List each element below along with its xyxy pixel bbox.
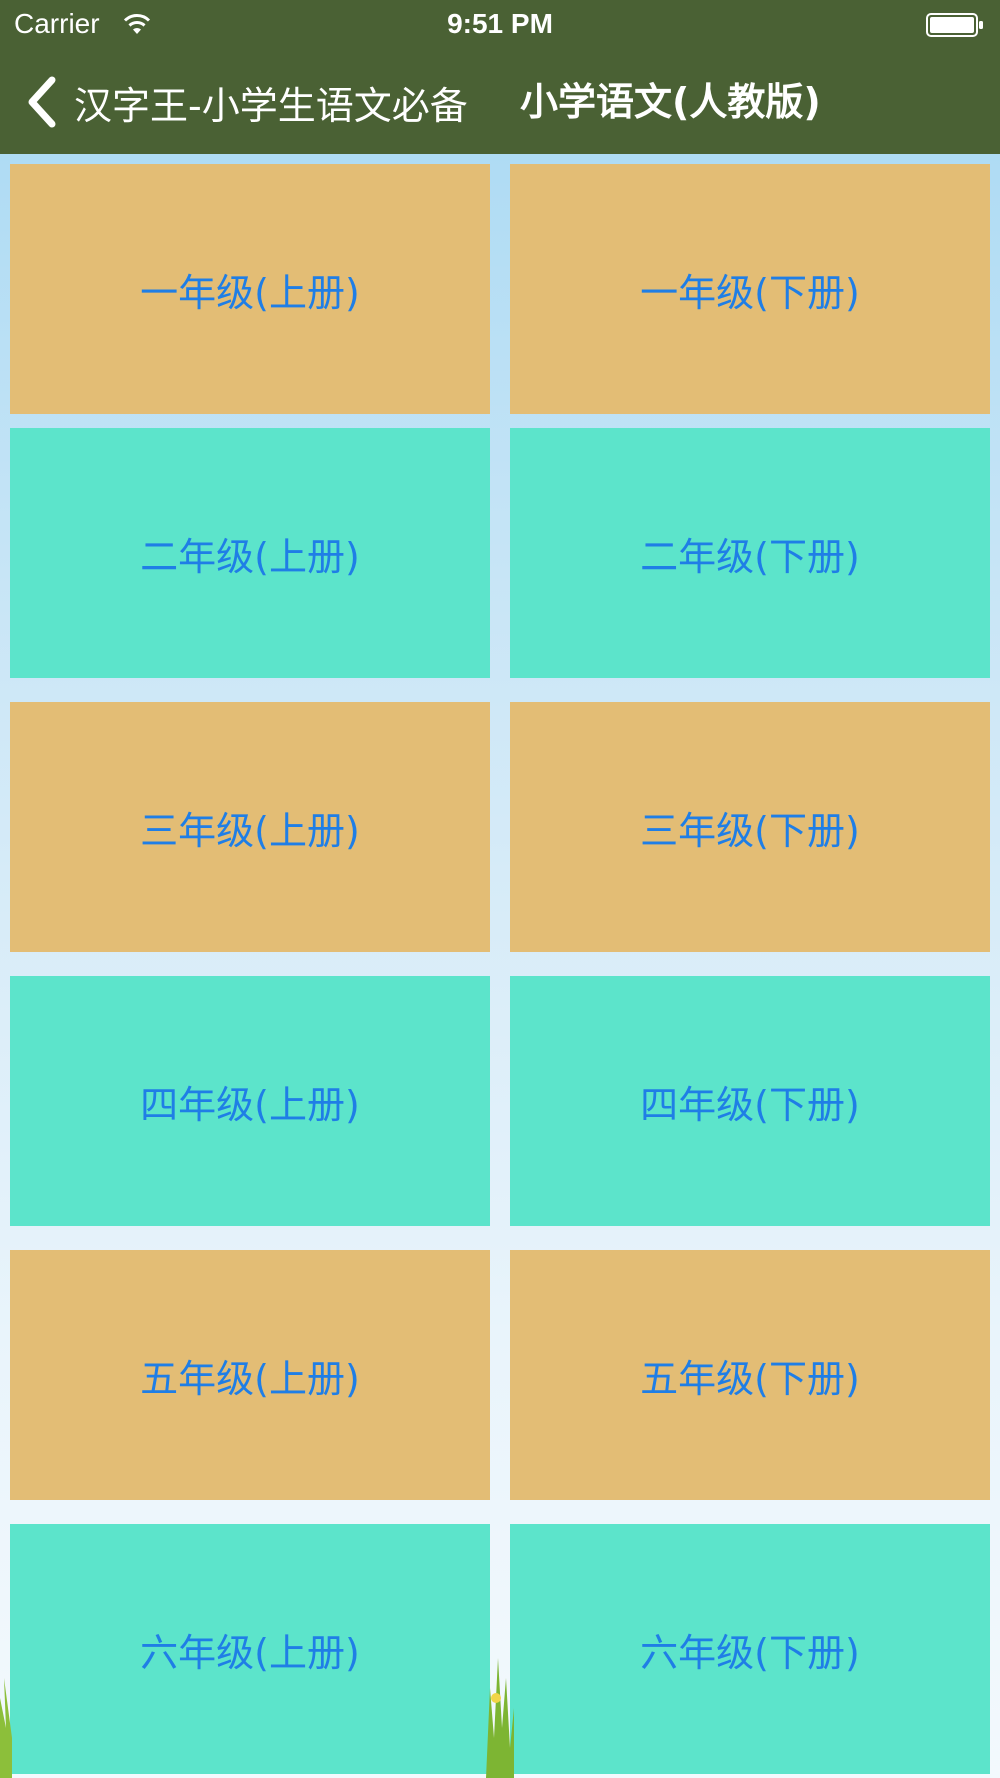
page-title: 小学语文(人教版)	[520, 80, 821, 124]
back-button[interactable]: 汉字王-小学生语文必备	[24, 70, 468, 134]
grade-5-volume-1-button[interactable]: 五年级(上册)	[10, 1250, 490, 1500]
status-time: 9:51 PM	[447, 8, 553, 39]
status-bar: Carrier 9:51 PM	[0, 0, 1000, 50]
grade-6-volume-2-button[interactable]: 六年级(下册)	[510, 1524, 990, 1774]
battery-icon	[926, 13, 983, 37]
grade-1-volume-2-button[interactable]: 一年级(下册)	[510, 164, 990, 414]
grass-decoration-center	[486, 1658, 514, 1778]
grade-5-volume-2-button[interactable]: 五年级(下册)	[510, 1250, 990, 1500]
grade-grid: 一年级(上册) 一年级(下册) 二年级(上册) 二年级(下册) 三年级(上册) …	[0, 154, 1000, 1778]
grade-2-volume-2-button[interactable]: 二年级(下册)	[510, 428, 990, 678]
grade-2-volume-1-button[interactable]: 二年级(上册)	[10, 428, 490, 678]
navigation-bar: 汉字王-小学生语文必备 小学语文(人教版)	[0, 50, 1000, 154]
grass-decoration-left	[0, 1678, 12, 1778]
chevron-left-icon	[28, 76, 56, 128]
back-label: 汉字王-小学生语文必备	[74, 83, 468, 128]
grade-4-volume-1-button[interactable]: 四年级(上册)	[10, 976, 490, 1226]
grade-3-volume-2-button[interactable]: 三年级(下册)	[510, 702, 990, 952]
grade-3-volume-1-button[interactable]: 三年级(上册)	[10, 702, 490, 952]
grade-6-volume-1-button[interactable]: 六年级(上册)	[10, 1524, 490, 1774]
grade-1-volume-1-button[interactable]: 一年级(上册)	[10, 164, 490, 414]
grade-4-volume-2-button[interactable]: 四年级(下册)	[510, 976, 990, 1226]
